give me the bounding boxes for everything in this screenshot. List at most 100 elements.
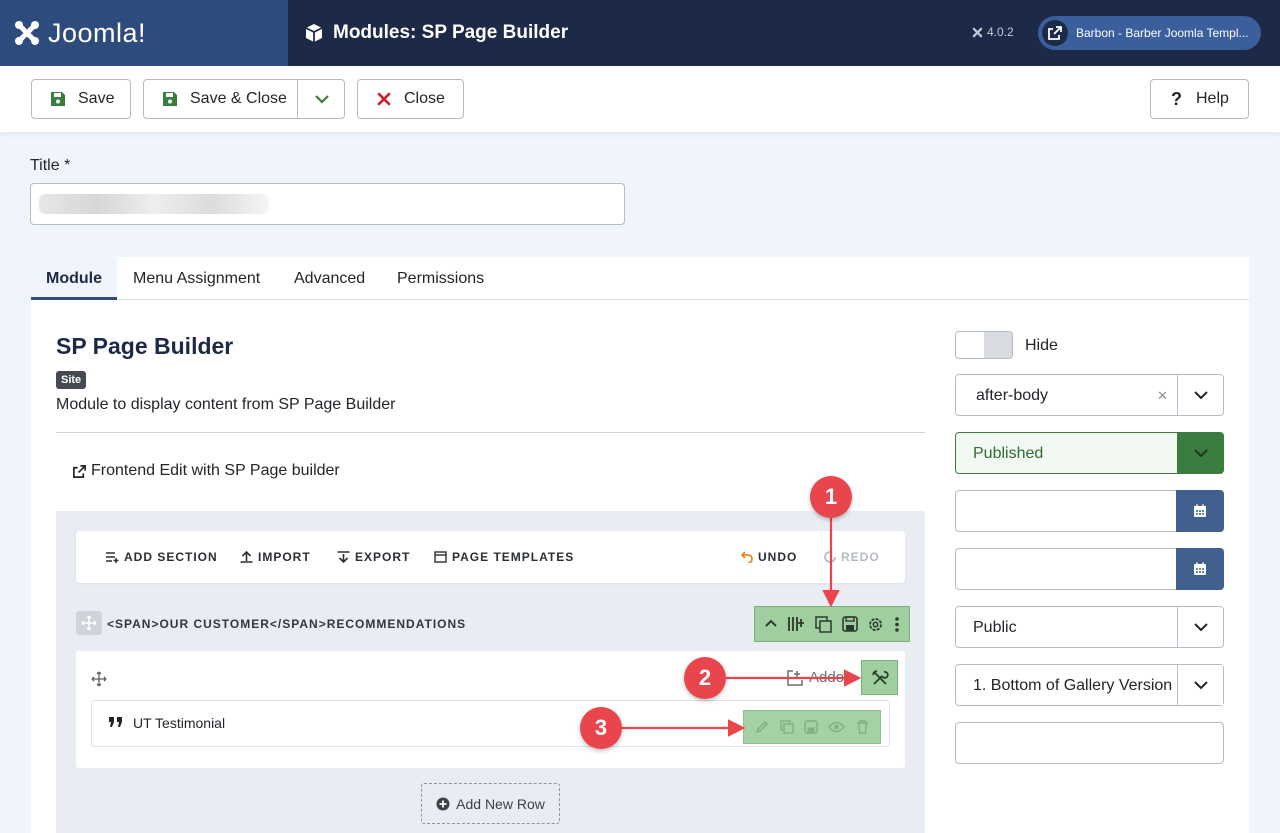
undo-button[interactable]: UNDO [741,550,797,564]
save-addon-icon[interactable] [804,720,818,734]
tab-advanced[interactable]: Advanced [294,257,365,300]
builder-row: Addon UT Testimonial [76,651,905,768]
title-label: Title * [30,157,71,174]
addon-item[interactable]: UT Testimonial [91,700,890,747]
joomla-logo[interactable]: Joomla! [0,0,288,66]
page-templates-button[interactable]: PAGE TEMPLATES [434,550,574,564]
visibility-toggle[interactable] [955,331,1013,359]
help-button[interactable]: ? Help [1150,79,1249,119]
tools-icon [871,669,889,685]
calendar-icon [1194,562,1206,575]
save-button[interactable]: Save [31,79,131,119]
tab-bar: Module Menu Assignment Advanced Permissi… [31,257,1249,300]
toggle-knob [984,332,1012,358]
action-toolbar: Save Save & Close Close ? Help [0,66,1280,132]
page-title: Modules: SP Page Builder [333,22,569,43]
plus-circle-icon [436,797,450,810]
frontend-edit-link[interactable]: Frontend Edit with SP Page builder [72,462,340,480]
export-button[interactable]: EXPORT [337,550,410,564]
save-label: Save [78,90,115,107]
section-drag-handle[interactable] [76,611,102,635]
add-new-row-label: Add New Row [456,795,545,812]
column-settings-button[interactable] [861,660,898,695]
save-close-label: Save & Close [190,90,287,107]
pencil-icon[interactable] [755,720,769,734]
save-icon [51,92,65,106]
callout-2: 2 [684,657,726,699]
eye-icon[interactable] [828,721,846,733]
addon-label: Addon [809,669,853,686]
brand-text: Joomla! [48,17,147,48]
frontend-edit-label: Frontend Edit with SP Page builder [91,462,340,479]
column-add-icon[interactable] [787,615,805,633]
export-label: EXPORT [355,550,411,564]
app-header: Joomla! Modules: SP Page Builder 4.0.2 B… [0,0,1280,66]
section-title: <SPAN>OUR CUSTOMER</SPAN>RECOMMENDATIONS [107,617,467,631]
tab-permissions-label: Permissions [397,269,485,287]
save-close-button[interactable]: Save & Close [143,79,345,119]
addon-toolbar [743,710,881,744]
page-templates-icon [434,551,447,563]
question-icon: ? [1171,88,1182,109]
tab-permissions[interactable]: Permissions [397,257,484,300]
help-label: Help [1196,90,1229,107]
tab-advanced-label: Advanced [294,269,366,287]
add-addon-button[interactable]: Addon [787,669,852,686]
finish-publishing-field[interactable] [955,548,1224,590]
trash-icon[interactable] [856,720,869,734]
note-input[interactable] [955,722,1224,764]
calendar-button[interactable] [1176,548,1224,590]
joomla-small-icon [972,27,983,37]
calendar-button[interactable] [1176,490,1224,532]
save-icon [163,92,177,106]
site-badge: Site [56,371,87,389]
page-templates-label: PAGE TEMPLATES [452,550,575,564]
callout-3: 3 [580,707,622,749]
version-number: 4.0.2 [987,25,1014,39]
add-new-row-button[interactable]: Add New Row [421,783,560,824]
tab-module-label: Module [46,269,102,287]
redo-icon [824,551,836,563]
duplicate-icon[interactable] [779,720,794,734]
collapse-icon[interactable] [764,617,778,631]
start-publishing-field[interactable] [955,490,1224,532]
redo-button[interactable]: REDO [824,550,880,564]
cube-icon [305,24,323,42]
module-name: SP Page Builder [56,333,234,359]
tab-menu-assignment[interactable]: Menu Assignment [133,257,260,300]
duplicate-icon[interactable] [815,615,832,633]
position-select[interactable]: after-body ✕ [955,374,1224,416]
position-value: after-body [976,387,1049,404]
builder-toolbar: ADD SECTION IMPORT EXPORT PAGE TEMPLATES [76,531,905,583]
save-options-dropdown[interactable] [297,80,345,118]
external-link-icon [73,464,86,478]
status-select[interactable]: Published [955,432,1224,474]
module-panel: SP Page Builder Site Module to display c… [31,300,1249,833]
gear-icon[interactable] [867,616,884,633]
add-section-icon [106,552,119,563]
quote-icon [109,717,122,727]
chevron-down-icon [1177,375,1223,415]
redo-label: REDO [841,550,880,564]
title-input[interactable] [30,183,625,225]
external-link-icon [1042,20,1068,46]
import-icon [240,551,253,563]
add-section-button[interactable]: ADD SECTION [106,550,218,564]
page-builder: ADD SECTION IMPORT EXPORT PAGE TEMPLATES [56,511,925,833]
site-name: Barbon - Barber Joomla Templ... [1076,26,1249,40]
divider [56,432,925,433]
clear-icon[interactable]: ✕ [1157,388,1168,404]
access-select[interactable]: Public [955,606,1224,648]
blurred-title-value [39,194,269,214]
tab-module[interactable]: Module [31,257,117,300]
calendar-icon [1194,504,1206,517]
ordering-select[interactable]: 1. Bottom of Gallery Version [955,664,1224,706]
more-vertical-icon[interactable] [894,616,900,633]
close-button[interactable]: Close [357,79,464,119]
save-section-icon[interactable] [841,616,858,632]
move-icon[interactable] [91,671,107,687]
add-section-label: ADD SECTION [124,550,218,564]
site-link-button[interactable]: Barbon - Barber Joomla Templ... [1038,16,1261,50]
status-value: Published [973,445,1044,462]
import-button[interactable]: IMPORT [240,550,311,564]
